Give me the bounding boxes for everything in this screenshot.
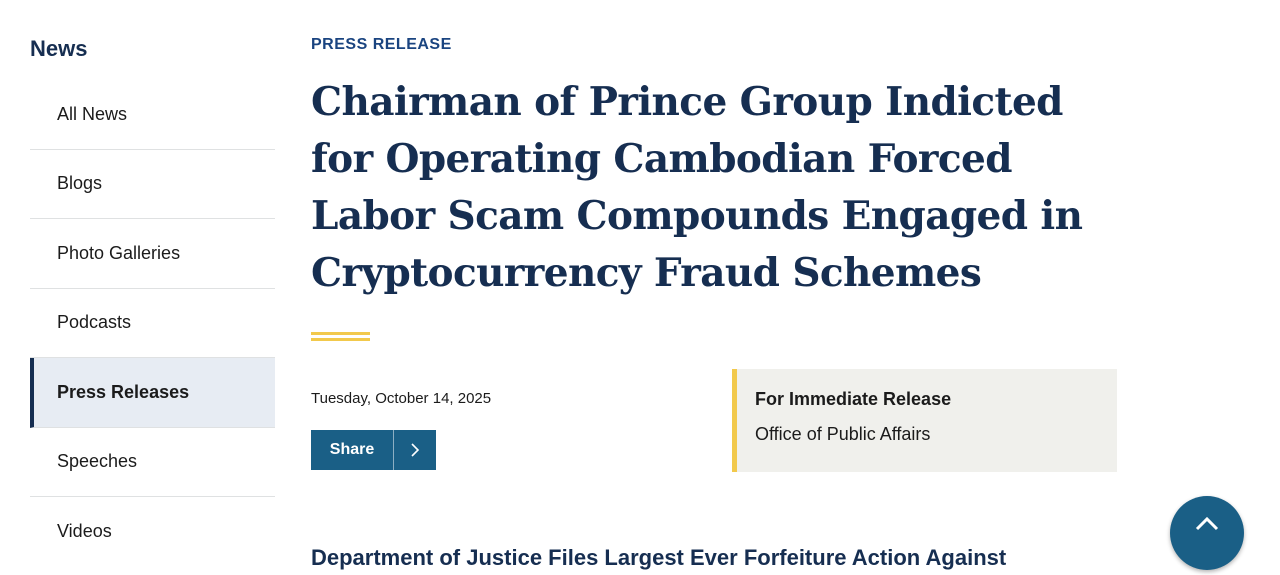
publish-date: Tuesday, October 14, 2025 <box>311 390 492 407</box>
sidebar-menu: All News Blogs Photo Galleries Podcasts … <box>30 80 275 567</box>
release-info-box: For Immediate Release Office of Public A… <box>732 369 1117 472</box>
sidebar-item-speeches[interactable]: Speeches <box>30 428 275 497</box>
share-button-label: Share <box>329 441 375 458</box>
release-heading: For Immediate Release <box>755 389 952 409</box>
share-button[interactable]: Share <box>311 430 436 470</box>
chevron-right-icon <box>393 430 436 470</box>
sidebar-item-videos[interactable]: Videos <box>30 497 275 567</box>
sidebar-item-press-releases[interactable]: Press Releases <box>30 358 275 428</box>
sidebar-heading: News <box>30 36 88 61</box>
sidebar-item-photo-galleries[interactable]: Photo Galleries <box>30 219 275 289</box>
article-title: Chairman of Prince Group Indicted for Op… <box>311 79 1083 296</box>
sidebar-item-podcasts[interactable]: Podcasts <box>30 289 275 358</box>
article-subheading: Department of Justice Files Largest Ever… <box>311 545 1007 570</box>
article-type-label: PRESS RELEASE <box>311 36 452 53</box>
sidebar-item-all-news[interactable]: All News <box>30 80 275 150</box>
release-office: Office of Public Affairs <box>755 424 931 444</box>
back-to-top-button[interactable] <box>1170 496 1244 570</box>
title-divider <box>311 332 370 341</box>
sidebar-item-blogs[interactable]: Blogs <box>30 150 275 219</box>
chevron-up-icon <box>1192 516 1222 544</box>
